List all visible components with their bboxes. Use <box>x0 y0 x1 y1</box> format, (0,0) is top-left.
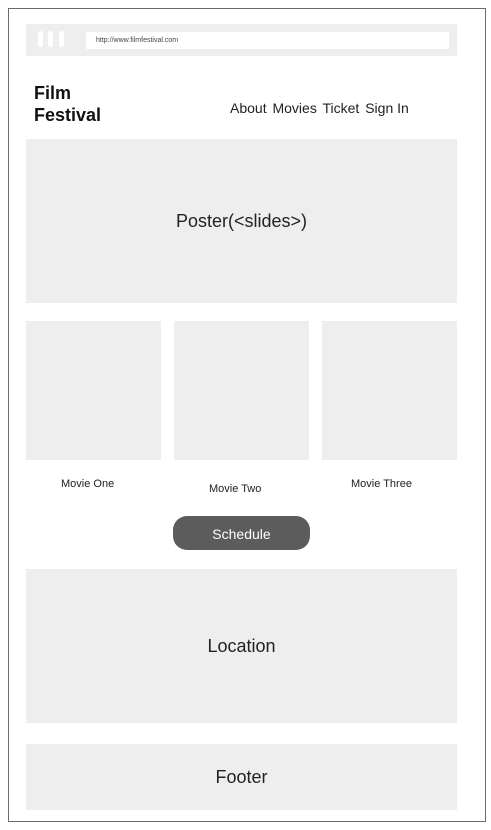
site-logo[interactable]: Film Festival <box>34 82 154 126</box>
logo-line-2: Festival <box>34 105 102 125</box>
page-footer: Footer <box>26 744 457 810</box>
nav-ticket[interactable]: Ticket <box>322 100 359 116</box>
movie-three-thumbnail[interactable] <box>322 321 457 460</box>
address-bar-input[interactable] <box>86 32 449 49</box>
nav-sign-in[interactable]: Sign In <box>365 100 409 116</box>
window-control-3-icon[interactable] <box>59 31 64 47</box>
movie-three-label[interactable]: Movie Three <box>351 478 412 490</box>
nav-movies[interactable]: Movies <box>272 100 316 116</box>
movie-one-thumbnail[interactable] <box>26 321 161 460</box>
window-control-2-icon[interactable] <box>48 31 53 47</box>
nav-about[interactable]: About <box>230 100 267 116</box>
footer-label: Footer <box>215 766 268 787</box>
main-nav: About Movies Ticket Sign In <box>230 100 411 116</box>
movie-one-label[interactable]: Movie One <box>61 478 114 490</box>
poster-slideshow[interactable]: Poster(<slides>) <box>26 139 457 303</box>
poster-label: Poster(<slides>) <box>175 210 308 231</box>
window-control-1-icon[interactable] <box>38 31 43 47</box>
movie-two-thumbnail[interactable] <box>174 321 309 460</box>
location-label: Location <box>207 635 276 656</box>
location-section: Location <box>26 569 457 723</box>
movie-two-label[interactable]: Movie Two <box>209 483 261 495</box>
logo-line-1: Film <box>34 83 72 103</box>
browser-bar <box>26 24 457 56</box>
schedule-button[interactable]: Schedule <box>173 516 310 550</box>
